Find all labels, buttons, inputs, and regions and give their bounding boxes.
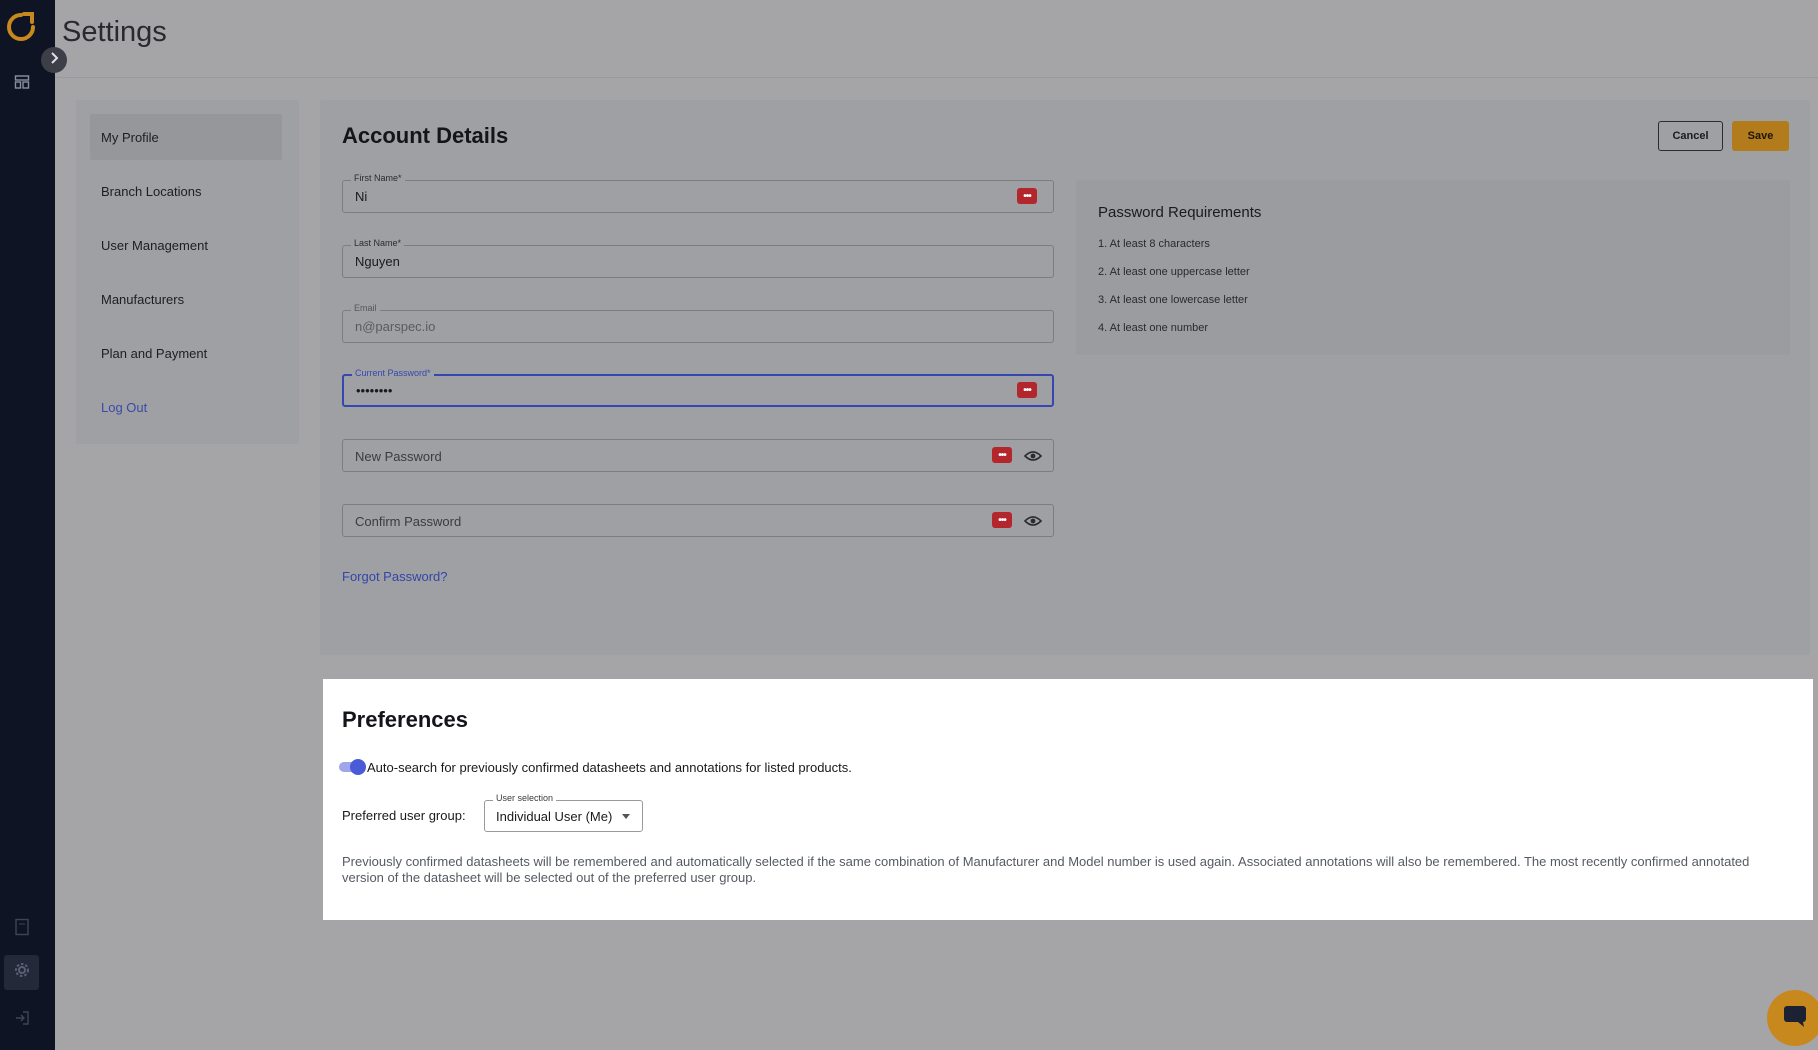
password-manager-icon[interactable]: ••• [992, 512, 1012, 528]
nav-item-user-management[interactable]: User Management [90, 222, 282, 268]
chat-icon [1782, 1004, 1808, 1033]
save-button[interactable]: Save [1732, 121, 1789, 151]
requirement-item: 3. At least one lowercase letter [1098, 294, 1248, 306]
preferences-title: Preferences [342, 707, 468, 732]
current-password-field[interactable]: Current Password* •••••••• ••• [342, 368, 1054, 407]
requirement-item: 1. At least 8 characters [1098, 238, 1210, 250]
gear-icon [14, 962, 30, 983]
auto-search-label: Auto-search for previously confirmed dat… [367, 760, 852, 775]
first-name-value: Ni [355, 189, 368, 204]
current-password-label: Current Password* [352, 368, 434, 378]
settings-nav-button[interactable] [4, 955, 39, 990]
user-selection-value: Individual User (Me) [496, 809, 613, 824]
left-rail [0, 0, 55, 1050]
user-selection-label: User selection [493, 793, 557, 803]
email-field: Email n@parspec.io [342, 303, 1054, 343]
preferences-description: Previously confirmed datasheets will be … [342, 854, 1750, 885]
eye-icon[interactable] [1023, 446, 1043, 466]
password-manager-icon[interactable]: ••• [992, 447, 1012, 463]
chevron-right-icon [49, 51, 59, 69]
toggle-thumb [350, 759, 366, 775]
cancel-button[interactable]: Cancel [1658, 121, 1723, 151]
email-value: n@parspec.io [355, 319, 436, 334]
new-password-field[interactable]: New Password ••• [342, 439, 1054, 472]
password-manager-icon[interactable]: ••• [1017, 382, 1037, 398]
user-group-select[interactable]: User selection Individual User (Me) [484, 793, 643, 832]
last-name-value: Nguyen [355, 254, 400, 269]
auto-search-toggle[interactable] [337, 759, 366, 775]
confirm-password-field[interactable]: Confirm Password ••• [342, 504, 1054, 537]
requirement-item: 2. At least one uppercase letter [1098, 266, 1250, 278]
nav-item-manufacturers[interactable]: Manufacturers [90, 276, 282, 322]
app-logo[interactable] [4, 10, 38, 44]
dashboard-icon[interactable] [12, 72, 32, 92]
last-name-label: Last Name* [351, 238, 405, 248]
confirm-password-placeholder: Confirm Password [355, 514, 462, 529]
requirement-item: 4. At least one number [1098, 322, 1209, 334]
chat-support-button[interactable] [1767, 990, 1818, 1046]
logout-icon[interactable] [12, 1008, 32, 1028]
header-divider [55, 77, 1818, 78]
last-name-field[interactable]: Last Name* Nguyen [342, 238, 1054, 278]
password-manager-icon[interactable]: ••• [1017, 188, 1037, 204]
nav-item-my-profile[interactable]: My Profile [90, 114, 282, 160]
password-requirements-title: Password Requirements [1098, 204, 1262, 221]
forgot-password-link[interactable]: Forgot Password? [342, 569, 448, 584]
chevron-down-icon [622, 814, 630, 819]
expand-sidebar-button[interactable] [41, 47, 67, 73]
current-password-value: •••••••• [356, 383, 393, 398]
first-name-field[interactable]: First Name* Ni ••• [342, 173, 1054, 213]
preferred-group-label: Preferred user group: [342, 808, 466, 823]
new-password-placeholder: New Password [355, 449, 442, 464]
eye-icon[interactable] [1023, 511, 1043, 531]
nav-item-branch-locations[interactable]: Branch Locations [90, 168, 282, 214]
account-details-title: Account Details [342, 123, 509, 148]
first-name-label: First Name* [351, 173, 405, 183]
page-title: Settings [62, 16, 167, 48]
nav-item-plan-and-payment[interactable]: Plan and Payment [90, 330, 282, 376]
nav-item-log-out[interactable]: Log Out [90, 384, 282, 430]
email-label: Email [351, 303, 380, 313]
document-icon[interactable] [12, 917, 32, 937]
password-requirements-card: Password Requirements 1. At least 8 char… [1076, 180, 1790, 355]
settings-nav: My Profile Branch Locations User Managem… [76, 100, 299, 444]
